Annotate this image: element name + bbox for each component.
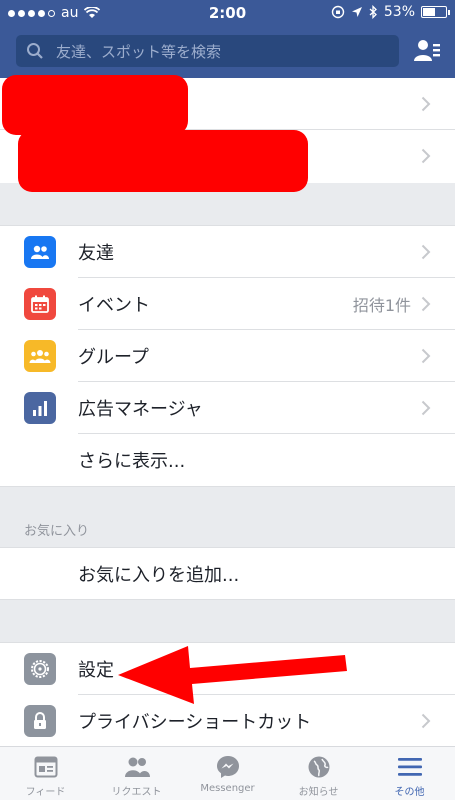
messenger-icon bbox=[213, 753, 243, 781]
chevron-right-icon bbox=[421, 296, 431, 312]
tab-label: その他 bbox=[394, 787, 425, 798]
redaction-mark bbox=[2, 75, 188, 135]
lock-icon bbox=[24, 705, 56, 737]
chevron-right-icon bbox=[421, 400, 431, 416]
search-input[interactable]: 友達、スポット等を検索 bbox=[16, 35, 399, 67]
tab-label: Messenger bbox=[200, 783, 255, 794]
calendar-icon bbox=[24, 288, 56, 320]
news-feed-icon bbox=[31, 753, 61, 781]
tab-feed[interactable]: フィード bbox=[0, 747, 91, 800]
menu-item-label: イベント bbox=[78, 295, 150, 316]
favorites-section: お気に入りを追加... bbox=[0, 547, 455, 600]
battery-icon bbox=[421, 6, 450, 18]
friend-requests-icon bbox=[122, 753, 152, 781]
friend-requests-icon[interactable] bbox=[413, 37, 441, 65]
menu-section: 友達 イベント 招待1件 グループ 広告マネージャ さらに表示... bbox=[0, 225, 455, 487]
add-favorite-row[interactable]: お気に入りを追加... bbox=[0, 548, 455, 600]
chevron-right-icon bbox=[421, 713, 431, 729]
status-bar: au 2:00 53% bbox=[0, 0, 455, 26]
friends-icon bbox=[24, 236, 56, 268]
tab-label: フィード bbox=[25, 787, 66, 798]
see-more-row[interactable]: さらに表示... bbox=[0, 434, 455, 486]
see-more-link[interactable]: さらに表示... bbox=[78, 447, 185, 473]
menu-item-label: 設定 bbox=[78, 660, 114, 681]
top-bar: au 2:00 53% 友達、スポット等を検索 bbox=[0, 0, 455, 78]
rotation-lock-icon bbox=[331, 5, 345, 19]
tab-notifications[interactable]: お知らせ bbox=[273, 747, 364, 800]
chevron-right-icon bbox=[421, 348, 431, 364]
menu-item-label: グループ bbox=[78, 347, 149, 368]
menu-item-privacy-shortcuts[interactable]: プライバシーショートカット bbox=[0, 695, 455, 747]
location-arrow-icon bbox=[351, 7, 362, 17]
settings-section: 設定 プライバシーショートカット bbox=[0, 642, 455, 746]
menu-item-label: 広告マネージャ bbox=[78, 399, 203, 420]
chevron-right-icon bbox=[421, 244, 431, 260]
tab-bar: フィード リクエスト Messenger お知らせ その他 bbox=[0, 746, 455, 800]
tab-label: リクエスト bbox=[111, 787, 162, 798]
groups-icon bbox=[24, 340, 56, 372]
menu-item-settings[interactable]: 設定 bbox=[0, 643, 455, 695]
menu-item-label: 友達 bbox=[78, 243, 114, 264]
favorites-header: お気に入り bbox=[0, 487, 455, 547]
menu-item-label: プライバシーショートカット bbox=[78, 712, 312, 733]
gear-icon bbox=[24, 653, 56, 685]
add-favorite-link[interactable]: お気に入りを追加... bbox=[78, 561, 239, 587]
invite-count: 招待1件 bbox=[352, 296, 411, 315]
globe-icon bbox=[304, 753, 334, 781]
chevron-right-icon bbox=[421, 96, 431, 112]
ads-chart-icon bbox=[24, 392, 56, 424]
search-placeholder: 友達、スポット等を検索 bbox=[56, 42, 222, 61]
menu-icon bbox=[395, 753, 425, 781]
tab-more[interactable]: その他 bbox=[364, 747, 455, 800]
menu-item-friends[interactable]: 友達 bbox=[0, 226, 455, 278]
tab-messenger[interactable]: Messenger bbox=[182, 747, 273, 800]
menu-item-events[interactable]: イベント 招待1件 bbox=[0, 278, 455, 330]
tab-requests[interactable]: リクエスト bbox=[91, 747, 182, 800]
bluetooth-icon bbox=[369, 5, 377, 19]
search-icon bbox=[27, 43, 43, 59]
menu-item-ads-manager[interactable]: 広告マネージャ bbox=[0, 382, 455, 434]
battery-percent: 53% bbox=[383, 4, 415, 20]
favorites-title: お気に入り bbox=[24, 524, 90, 539]
tab-label: お知らせ bbox=[298, 787, 339, 798]
chevron-right-icon bbox=[421, 148, 431, 164]
menu-item-groups[interactable]: グループ bbox=[0, 330, 455, 382]
redaction-mark bbox=[18, 130, 308, 192]
